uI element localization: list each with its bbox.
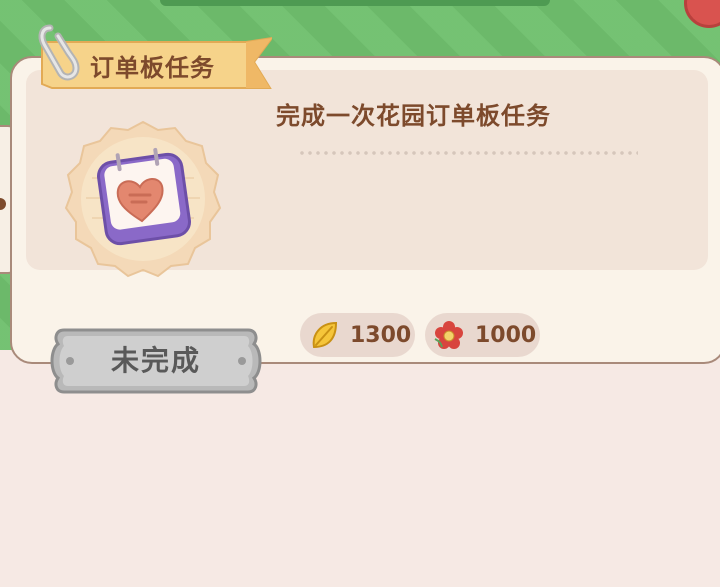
status-label: 未完成 [110, 344, 201, 377]
task-description: 完成一次花园订单板任务 [276, 102, 551, 130]
leaf-coin-icon [312, 321, 338, 349]
reward-leaf-coins: 1300 [300, 313, 415, 357]
task-icon [62, 118, 224, 280]
incomplete-status-button[interactable]: 未完成 [50, 326, 262, 396]
top-strip [160, 0, 550, 6]
reward-flowers: 1000 [425, 313, 540, 357]
reward-leaf-value: 1300 [350, 322, 412, 348]
red-flower-icon [434, 321, 463, 349]
progress-dotted-line [298, 151, 638, 155]
paperclip-icon [38, 24, 80, 81]
calendar-heart-icon [64, 120, 222, 278]
reward-flower-value: 1000 [475, 322, 537, 348]
ribbon-title: 订单板任务 [90, 54, 215, 82]
